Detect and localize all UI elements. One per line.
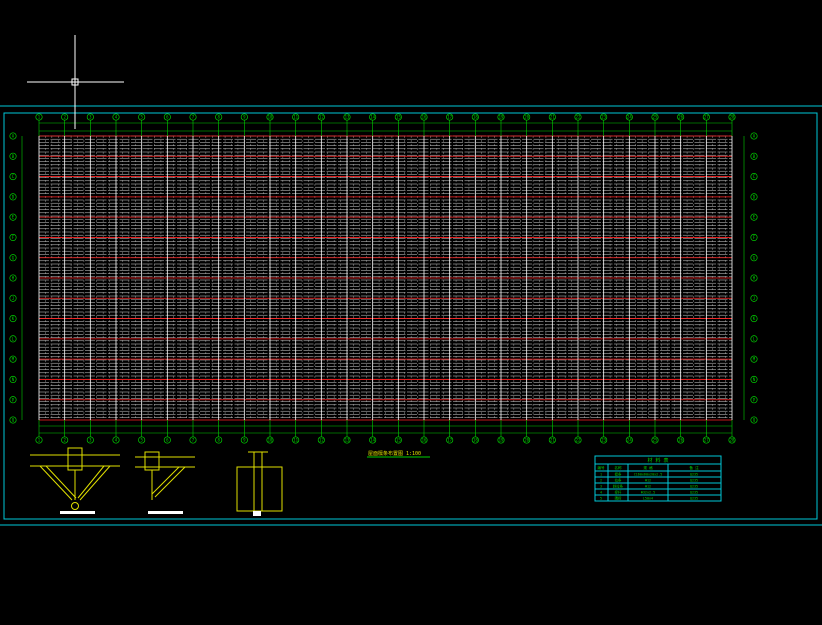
table-cell: 3 (600, 485, 602, 489)
table-cell: Q235 (690, 491, 698, 495)
axis-label-col: 24 (627, 438, 632, 443)
axis-label-row: J (12, 296, 14, 301)
axis-label-row: J (753, 296, 755, 301)
table-cell: 檩条 (615, 472, 622, 477)
axis-bubbles: 1122334455667788991010111112121313141415… (9, 113, 758, 444)
axis-label-col: 16 (422, 115, 427, 120)
axis-label-col: 17 (447, 115, 452, 120)
table-cell: Q235 (690, 479, 698, 483)
table-cell: 5 (600, 497, 602, 501)
axis-label-col: 18 (473, 438, 478, 443)
material-table-title: 材 料 表 (647, 457, 668, 464)
axis-label-col: 26 (678, 115, 683, 120)
table-cell: Q235 (690, 485, 698, 489)
axis-label-col: 25 (653, 438, 658, 443)
table-header-cell: 名称 (614, 465, 622, 470)
drawing-frame (3, 112, 818, 520)
axis-label-col: 16 (422, 438, 427, 443)
axis-label-col: 18 (473, 115, 478, 120)
table-cell: C160x60x20x2.5 (634, 473, 663, 477)
axis-label-col: 14 (370, 115, 375, 120)
axis-label-col: 22 (576, 438, 581, 443)
table-cell: 4 (600, 491, 602, 495)
axis-label-col: 27 (704, 438, 709, 443)
axis-label-col: 11 (293, 115, 298, 120)
table-cell: 1 (600, 473, 602, 477)
table-cell: Φ12 (645, 479, 651, 483)
axis-label-col: 11 (293, 438, 298, 443)
table-cell: 斜拉条 (613, 484, 624, 489)
axis-label-col: 21 (550, 115, 555, 120)
axis-label-col: 19 (499, 438, 504, 443)
axis-label-col: 20 (524, 115, 529, 120)
table-header-cell: 编号 (597, 465, 605, 470)
axis-label-col: 23 (601, 438, 606, 443)
table-cell: 撑杆 (615, 490, 622, 495)
axis-label-col: 28 (730, 438, 735, 443)
table-cell: 2 (600, 479, 602, 483)
table-cell: Φ32x2.5 (641, 491, 655, 495)
table-cell: 隅撑 (615, 496, 622, 501)
axis-label-col: 27 (704, 115, 709, 120)
detail-3-post (236, 451, 283, 516)
axis-label-col: 22 (576, 115, 581, 120)
axis-label-col: 20 (524, 438, 529, 443)
axis-label-col: 10 (268, 115, 273, 120)
detail-2-brace (135, 451, 195, 514)
axis-label-col: 10 (268, 438, 273, 443)
axis-label-col: 12 (319, 115, 324, 120)
table-header-cell: 规 格 (643, 465, 653, 470)
table-cell: Q235 (690, 497, 698, 501)
axis-label-col: 13 (345, 115, 350, 120)
table-header-cell: 备 注 (689, 465, 699, 470)
cad-drawing-canvas[interactable]: 1122334455667788991010111112121313141415… (0, 0, 822, 625)
axis-label-col: 28 (730, 115, 735, 120)
axis-label-col: 13 (345, 438, 350, 443)
axis-label-col: 17 (447, 438, 452, 443)
axis-label-col: 15 (396, 438, 401, 443)
axis-label-col: 25 (653, 115, 658, 120)
table-cell: L50x4 (643, 497, 653, 501)
section-caption: 屋面檩条布置图 1:100 (368, 450, 421, 457)
axis-label-col: 21 (550, 438, 555, 443)
axis-label-col: 19 (499, 115, 504, 120)
axis-label-col: 24 (627, 115, 632, 120)
axis-label-col: 14 (370, 438, 375, 443)
axis-label-col: 12 (319, 438, 324, 443)
axis-label-col: 23 (601, 115, 606, 120)
table-cell: Q235 (690, 473, 698, 477)
axis-label-col: 26 (678, 438, 683, 443)
axis-label-col: 15 (396, 115, 401, 120)
detail-1-brace (30, 447, 120, 514)
table-cell: Φ12 (645, 485, 651, 489)
table-cell: 拉条 (615, 478, 622, 483)
material-table: 材 料 表 编号 名称 规 格 备 注 1 檩条 C160x60x20x2.5 Q235 2 拉条… (594, 455, 722, 502)
